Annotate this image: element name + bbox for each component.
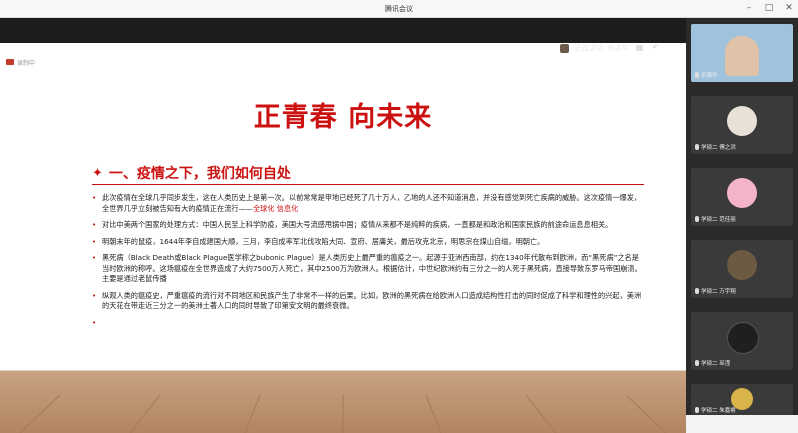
window-title: 腾讯会议: [385, 4, 413, 13]
participant-tile[interactable]: 学硕二 万宇翔: [691, 240, 793, 298]
bullet-icon: •: [92, 254, 97, 262]
anime-avatar-icon: [727, 178, 757, 208]
person-photo-icon: [725, 36, 759, 76]
bullet-icon: ✦: [92, 165, 103, 181]
grid-view-icon[interactable]: ▦: [635, 43, 645, 53]
participant-name: 学硕二 朱嘉睿: [695, 406, 736, 414]
recording-label: 录制中: [17, 59, 36, 67]
presentation-slide: 录制中 正青春 向未来 ✦ 一、疫情之下，我们如何自处 • 此次疫情在全球几乎同步…: [0, 43, 686, 433]
mic-icon: [695, 216, 699, 222]
participant-tile[interactable]: 学硕二 朱嘉睿: [691, 384, 793, 415]
paragraph-2: • 对比中美两个国家的处理方式：中国人民至上科学防疫，美国大号流感甩锅中国；疫情从…: [92, 220, 613, 229]
minimize-icon[interactable]: –: [744, 3, 754, 13]
slide-paragraphs: • 此次疫情在全球几乎同步发生，这在人类历史上是第一次。以前常常是甲地已经死了几十…: [92, 193, 644, 327]
recording-icon: [6, 59, 14, 65]
participant-tile[interactable]: 学硕二 范佳丽: [691, 168, 793, 226]
mic-icon: [695, 144, 699, 150]
participant-name: 宋清华: [695, 71, 718, 79]
paragraph-1: • 此次疫情在全球几乎同步发生，这在人类历史上是第一次。以前常常是甲地已经死了几十…: [92, 193, 642, 213]
speaker-label: 正在讲话: 宋清华: [575, 44, 629, 52]
bullet-icon: •: [92, 237, 97, 246]
section-heading: ✦ 一、疫情之下，我们如何自处: [92, 163, 291, 183]
participant-name: 学硕二 傅之洪: [695, 143, 736, 151]
bullet-icon: •: [92, 221, 97, 229]
paragraph-5: • 纵观人类的瘟疫史，严重瘟疫的流行对不同地区和民族产生了非常不一样的后果。比如，…: [92, 290, 642, 311]
maximize-icon[interactable]: □: [764, 3, 774, 13]
participant-gallery[interactable]: 宋清华 学硕二 傅之洪 学硕二 范佳丽 学硕二 万宇翔 学硕二 巫滢 学硕二 朱…: [686, 18, 798, 415]
participant-name: 学硕二 万宇翔: [695, 287, 736, 295]
cat-avatar-icon: [727, 106, 757, 136]
participant-tile[interactable]: 学硕二 傅之洪: [691, 96, 793, 154]
close-icon[interactable]: ✕: [784, 3, 794, 13]
paragraph-4: • 黑死病（Black Death或Black Plague医学称之bubonic…: [92, 253, 642, 283]
window-controls: – □ ✕: [744, 3, 794, 13]
floor-pattern: [19, 395, 667, 433]
shared-screen-stage: 录制中 正青春 向未来 ✦ 一、疫情之下，我们如何自处 • 此次疫情在全球几乎同步…: [0, 18, 686, 433]
mic-icon: [695, 360, 699, 366]
window-titlebar: 腾讯会议 – □ ✕: [0, 0, 798, 18]
paragraph-3: • 明朝末年的鼠疫，1644年李自成建国大顺，三月，李自成率军北伐攻陷大同、宣府、…: [92, 236, 545, 246]
participant-name: 学硕二 范佳丽: [695, 215, 736, 223]
back-icon[interactable]: ↶: [651, 43, 661, 53]
slide-title: 正青春 向未来: [253, 102, 433, 133]
dog-avatar-icon: [727, 250, 757, 280]
section-divider: [92, 184, 644, 185]
participant-tile[interactable]: 学硕二 巫滢: [691, 312, 793, 370]
bullet-icon: •: [92, 318, 97, 327]
participant-name: 学硕二 巫滢: [695, 359, 730, 367]
mask-avatar-icon: [727, 322, 759, 354]
section-heading-text: 一、疫情之下，我们如何自处: [108, 166, 291, 182]
bullet-icon: •: [92, 194, 97, 202]
speaker-avatar-icon: [560, 43, 569, 53]
speaker-indicator: 正在讲话: 宋清华 ▦ ↶: [560, 41, 661, 55]
recording-tag: 录制中: [6, 57, 35, 67]
mic-icon: [695, 288, 699, 294]
bullet-icon: •: [92, 291, 97, 300]
mic-icon: [695, 72, 699, 78]
mic-icon: [695, 407, 699, 413]
participant-tile[interactable]: 宋清华: [691, 24, 793, 82]
